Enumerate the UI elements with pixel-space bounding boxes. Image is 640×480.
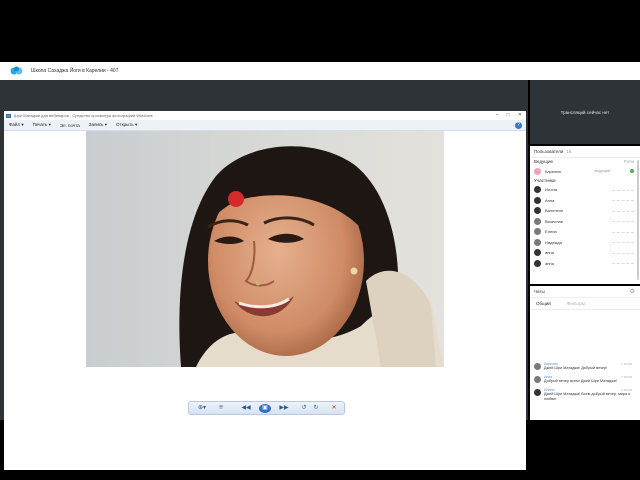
fit-icon[interactable]: ⁜ [215,404,227,413]
broadcast-status: Трансляций сейчас нет [560,110,610,115]
roles-label: Роли [623,159,634,164]
participant-row[interactable]: Вячеслав [530,216,640,227]
host-name: Карелия [545,168,561,174]
participant-actions [612,263,634,267]
participant-name: Валентин [545,208,563,214]
participants-count: 16 [566,149,572,154]
message-text: Джей Шри Матаджи! Добрый вечер! [544,366,608,370]
participant-name: Елена [545,229,557,235]
participant-row[interactable]: Илона [530,185,640,196]
avatar [534,376,541,383]
photo-viewer-window: Шри Матаджи для вебинаров - Средство про… [4,111,526,470]
participant-actions [612,252,634,257]
participants-label: Участники [534,177,556,183]
participant-row[interactable]: Надежда [530,237,640,248]
avatar [534,389,541,396]
close-window-button[interactable]: ✕ [518,112,522,118]
avatar [534,217,541,225]
menu-burn[interactable]: Запись ▾ [89,122,107,128]
chat-spacer [530,310,640,362]
portrait-photo [86,131,444,367]
next-icon[interactable]: ▶▶ [275,404,293,413]
participant-actions [612,231,634,236]
participant-name: анна [545,250,554,256]
window-title: Шри Матаджи для вебинаров - Средство про… [14,113,153,118]
participant-actions [612,242,634,246]
menu-file[interactable]: Файл ▾ [9,122,24,128]
participants-panel: Пользователи 16 Ведущие Роли Карелия вед… [530,146,640,284]
participant-actions [612,210,634,215]
avatar [534,196,541,204]
participants-header: Пользователи 16 [530,146,640,158]
chat-title: Чаты [534,289,545,294]
rotate-left-icon[interactable]: ↺ [299,404,309,413]
participant-actions [612,189,634,194]
photo-canvas [4,131,526,401]
avatar [534,363,541,370]
host-row[interactable]: Карелия ведущий [530,166,640,177]
chat-message: Илона 7:19 PM Джей Шри Матаджи! Всем доб… [530,388,640,402]
webinar-header: Школа Сахаджа Йоги в Карелии - 407 [0,62,640,80]
room-title: Школа Сахаджа Йоги в Карелии - 407 [31,68,119,74]
chat-panel: Чаты ⚙ Общий Фильтры Карелия 7:16 PM Дже… [530,286,640,420]
online-status-icon [630,169,634,173]
photo-viewer-app-icon [6,113,11,118]
participant-row[interactable]: анна [530,248,640,259]
viewer-controls: ⊕▾ ⁜ ◀◀ ▣ ▶▶ ↺ ↻ ✕ [188,401,345,415]
slideshow-icon[interactable]: ▣ [259,404,271,413]
photo-viewer-menubar: Файл ▾ Печать ▾ Эл. почта Запись ▾ Откры… [4,120,526,131]
message-time: 7:18 PM [620,375,632,379]
participant-name: Анна [545,197,555,203]
message-time: 7:16 PM [620,362,632,366]
avatar [534,238,541,246]
menu-print[interactable]: Печать ▾ [33,122,51,128]
participant-actions [612,200,634,204]
avatar [534,259,541,267]
chat-header: Чаты ⚙ [530,286,640,298]
participant-name: Илона [545,187,557,193]
tab-general[interactable]: Общий [536,301,551,306]
participant-name: Вячеслав [545,218,563,224]
zoom-icon[interactable]: ⊕▾ [193,404,211,413]
minimize-button[interactable]: – [496,112,499,118]
window-title-bar: Шри Матаджи для вебинаров - Средство про… [4,111,526,120]
menu-email[interactable]: Эл. почта [60,123,80,128]
avatar [534,249,541,257]
menu-open[interactable]: Открыть ▾ [116,122,137,128]
host-role: ведущий [594,169,610,174]
screen: Школа Сахаджа Йоги в Карелии - 407 Шри М… [0,0,640,480]
participant-name: Надежда [545,239,562,245]
participant-actions [612,221,634,225]
avatar [534,228,541,236]
participant-row[interactable]: анна [530,258,640,269]
participants-scrollbar[interactable] [637,160,639,280]
avatar [534,186,541,194]
participant-row[interactable]: Анна [530,195,640,206]
hosts-label: Ведущие Роли [530,158,640,166]
avatar [534,207,541,215]
gear-icon[interactable]: ⚙ [630,288,635,295]
message-text: Джей Шри Матаджи! Всем добрый вечер, мир… [544,392,631,401]
chat-message: Анна 7:18 PM Добрый вечер всем! Джей Шри… [530,375,640,384]
participant-row[interactable]: Валентин [530,206,640,217]
hosts-label-text: Ведущие [534,159,553,164]
photo-viewer-toolbar: ⊕▾ ⁜ ◀◀ ▣ ▶▶ ↺ ↻ ✕ [4,401,526,470]
participant-row[interactable]: Елена [530,227,640,238]
participants-title: Пользователи [534,149,564,154]
broadcast-panel: Трансляций сейчас нет [530,80,640,144]
message-time: 7:19 PM [620,388,632,392]
chat-tabs: Общий Фильтры [530,298,640,310]
rotate-right-icon[interactable]: ↻ [311,404,321,413]
avatar [534,167,541,175]
chat-message: Карелия 7:16 PM Джей Шри Матаджи! Добрый… [530,362,640,371]
webinar-logo-icon [10,66,23,75]
help-icon[interactable]: ? [515,122,522,129]
message-text: Добрый вечер всем! Джей Шри Матаджи! [544,379,617,383]
delete-icon[interactable]: ✕ [329,404,339,413]
participant-name: анна [545,260,554,266]
previous-icon[interactable]: ◀◀ [237,404,255,413]
maximize-button[interactable]: □ [507,112,510,118]
tab-filters[interactable]: Фильтры [567,301,585,306]
